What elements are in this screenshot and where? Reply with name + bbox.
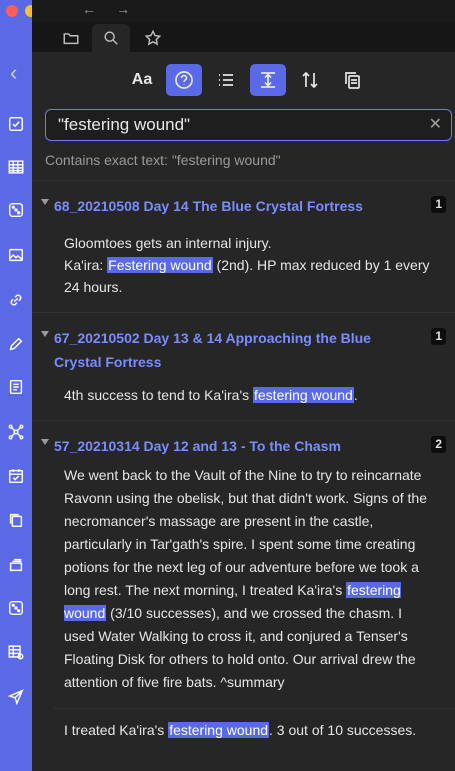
collapse-sidebar-icon[interactable]: ‹ — [10, 60, 17, 86]
result-header[interactable]: 57_20210314 Day 12 and 13 - To the Chasm… — [32, 421, 455, 458]
link-icon[interactable] — [6, 290, 26, 310]
sort-button[interactable] — [292, 64, 328, 96]
clear-search-icon[interactable]: ✕ — [429, 116, 442, 134]
graph-icon[interactable] — [6, 422, 26, 442]
copy-icon[interactable] — [6, 510, 26, 530]
search-box: ✕ — [45, 109, 452, 141]
search-input[interactable] — [58, 114, 418, 136]
match-highlight: festering wound — [168, 722, 270, 738]
result-file-title[interactable]: 67_20210502 Day 13 & 14 Approaching the … — [54, 326, 415, 374]
left-ribbon — [0, 0, 56, 771]
result-header[interactable]: 67_20210502 Day 13 & 14 Approaching the … — [32, 313, 455, 374]
pencil-icon[interactable] — [6, 334, 26, 354]
tab-bookmarks[interactable] — [134, 24, 172, 52]
match-highlight: festering wound — [253, 387, 354, 403]
question-icon — [175, 71, 193, 89]
tab-search[interactable] — [92, 24, 130, 52]
folder-icon — [63, 33, 79, 45]
match-highlight: Festering wound — [107, 257, 213, 273]
result-match[interactable]: Gloomtoes gets an internal injury. Ka'ir… — [32, 218, 455, 312]
image-icon[interactable] — [6, 245, 26, 265]
result-match[interactable]: 4th success to tend to Ka'ira's festerin… — [32, 374, 455, 420]
show-more-context-button[interactable] — [250, 64, 286, 96]
star-icon — [144, 29, 162, 46]
dice-icon[interactable] — [6, 200, 26, 220]
chevron-down-icon[interactable] — [41, 439, 49, 445]
dice-icon[interactable] — [6, 598, 26, 618]
chevron-down-icon[interactable] — [41, 199, 49, 205]
match-count-badge: 2 — [431, 436, 446, 453]
list-icon — [219, 74, 233, 86]
result-group: 68_20210508 Day 14 The Blue Crystal Fort… — [32, 181, 455, 313]
search-pane: Aa ✕ Contains exact text: "festering wou… — [32, 52, 455, 771]
layers-icon[interactable] — [6, 555, 26, 575]
sidebar-tab-strip — [60, 22, 455, 52]
result-group: 57_20210314 Day 12 and 13 - To the Chasm… — [32, 421, 455, 755]
result-match[interactable]: I treated Ka'ira's festering wound. 3 ou… — [54, 708, 455, 755]
match-count-badge: 1 — [431, 328, 446, 345]
copy-results-button[interactable] — [334, 64, 370, 96]
explain-button[interactable] — [166, 64, 202, 96]
search-hint: Contains exact text: "festering wound" — [45, 152, 281, 168]
table-icon[interactable] — [6, 157, 26, 177]
result-match[interactable]: We went back to the Vault of the Nine to… — [32, 458, 455, 708]
table-gear-icon[interactable] — [6, 642, 26, 662]
search-toolbar: Aa — [32, 64, 455, 96]
document-icon[interactable] — [6, 377, 26, 397]
calendar-icon[interactable] — [6, 466, 26, 486]
search-results: 68_20210508 Day 14 The Blue Crystal Fort… — [32, 180, 455, 771]
expand-vertical-icon — [261, 72, 275, 88]
result-header[interactable]: 68_20210508 Day 14 The Blue Crystal Fort… — [32, 181, 455, 218]
search-icon — [104, 31, 118, 45]
result-group: 67_20210502 Day 13 & 14 Approaching the … — [32, 313, 455, 421]
sort-icon — [302, 71, 318, 89]
result-file-title[interactable]: 57_20210314 Day 12 and 13 - To the Chasm — [54, 434, 415, 458]
chevron-down-icon[interactable] — [41, 331, 49, 337]
forward-arrow-icon[interactable]: → — [116, 1, 130, 17]
back-arrow-icon[interactable]: ← — [82, 1, 96, 17]
match-case-button[interactable]: Aa — [124, 64, 160, 96]
checkbox-icon[interactable] — [6, 114, 26, 134]
send-icon[interactable] — [6, 686, 26, 706]
copy-icon — [345, 72, 360, 89]
collapse-results-button[interactable] — [208, 64, 244, 96]
close-window-button[interactable] — [6, 5, 18, 17]
result-file-title[interactable]: 68_20210508 Day 14 The Blue Crystal Fort… — [54, 194, 415, 218]
match-count-badge: 1 — [431, 196, 446, 213]
tab-files[interactable] — [52, 24, 90, 52]
title-bar: ← → — [32, 0, 455, 22]
